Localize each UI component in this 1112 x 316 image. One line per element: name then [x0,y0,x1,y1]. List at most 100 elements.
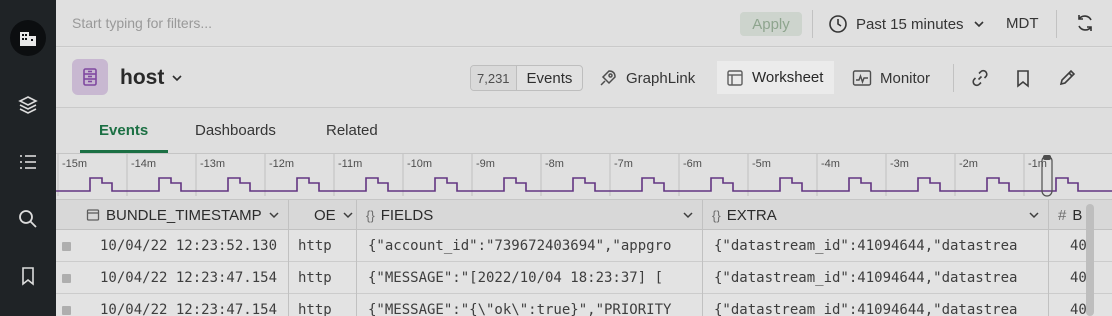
worksheet-icon [727,69,743,86]
chevron-down-icon [343,212,353,219]
timeline-tick-label: -7m [614,158,633,170]
row-marker [62,242,71,251]
column-divider [702,294,703,316]
column-divider[interactable] [1048,200,1049,230]
bookmark-icon[interactable] [16,264,40,288]
timeline-handle-grip[interactable] [1043,155,1051,160]
timeline-event-line [56,177,1112,192]
left-nav-rail [0,0,56,316]
cell-timestamp: 10/04/22 12:23:47.154 [100,302,278,316]
tab-dashboards[interactable]: Dashboards [195,122,276,139]
filter-bar: Start typing for filters... Apply Past 1… [56,0,1112,47]
active-tab-indicator [80,150,168,153]
column-divider [288,262,289,294]
column-divider[interactable] [702,200,703,230]
tab-events[interactable]: Events [99,122,148,139]
chevron-down-icon [973,21,984,28]
timeline-tick-label: -14m [131,158,156,170]
chevron-down-icon[interactable] [1028,209,1040,221]
table-row[interactable]: 10/04/22 12:23:52.130 http {"account_id"… [56,230,1112,262]
clock-icon [829,15,847,33]
timeline-tick-label: -5m [752,158,771,170]
cell-timestamp: 10/04/22 12:23:47.154 [100,270,278,286]
table-row[interactable]: 10/04/22 12:23:47.154 http {"MESSAGE":"[… [56,262,1112,294]
column-divider[interactable] [288,200,289,230]
timezone-selector[interactable]: MDT [1006,15,1039,32]
cell-oe: http [298,238,332,254]
worksheet-label: Worksheet [752,69,824,86]
timeline-tick-label: -10m [407,158,432,170]
table-row[interactable]: 10/04/22 12:23:47.154 http {"MESSAGE":"{… [56,294,1112,316]
cell-extra: {"datastream_id":41094644,"datastrea [714,270,1018,286]
dataset-title[interactable]: host [120,66,184,90]
monitor-icon [852,70,872,86]
column-header-extra[interactable]: {} EXTRA [712,200,777,230]
json-icon: {} [366,207,375,223]
timeline-tick-label: -3m [890,158,909,170]
dataset-header: host 7,231 Events GraphLink Worksheet Mo… [56,48,1112,108]
column-label: OE [314,206,336,224]
cell-fields: {"MESSAGE":"[2022/10/04 18:23:37] [ [368,270,664,286]
filter-input[interactable]: Start typing for filters... [72,15,212,31]
timeline-tick-label: -9m [476,158,495,170]
column-header-fields[interactable]: {} FIELDS [366,200,433,230]
cell-fields: {"account_id":"739672403694","appgro [368,238,672,254]
column-type-icon [86,209,100,221]
event-timeline[interactable]: -15m -14m -13m -12m -11m -10m -9m -8m -7m -6m -5m -… [56,154,1112,200]
timeline-tick-label: -6m [683,158,702,170]
column-divider [1048,230,1049,262]
column-divider [1048,262,1049,294]
chevron-down-icon [269,212,279,219]
column-header-b[interactable]: # B [1058,200,1082,230]
building-icon[interactable] [10,20,46,56]
cell-extra: {"datastream_id":41094644,"datastrea [714,302,1018,316]
hash-icon: # [1058,206,1067,224]
timeline-tick-label: -8m [545,158,564,170]
column-divider [356,262,357,294]
monitor-label: Monitor [880,69,931,87]
worksheet-button[interactable]: Worksheet [717,61,834,94]
column-divider [356,294,357,316]
graphlink-label: GraphLink [626,69,696,87]
event-count: 7,231 [471,66,517,90]
dataset-name: host [120,66,165,89]
cell-oe: http [298,302,332,316]
search-icon[interactable] [16,207,40,231]
main-panel: Start typing for filters... Apply Past 1… [56,0,1112,316]
link-icon[interactable] [970,68,990,88]
divider [1056,10,1057,38]
divider [953,64,954,92]
timeline-tick-label: -13m [200,158,225,170]
json-icon: {} [712,207,721,223]
layers-icon[interactable] [16,93,40,117]
list-icon[interactable] [16,150,40,174]
timeline-chart: -15m -14m -13m -12m -11m -10m -9m -8m -7m -6m -5m -… [56,154,1112,197]
chevron-down-icon[interactable] [682,209,694,221]
apply-button[interactable]: Apply [740,12,802,36]
column-divider [356,230,357,262]
dataset-icon [72,59,108,95]
column-header-bundle-timestamp[interactable]: BUNDLE_TIMESTAMP [86,200,280,230]
column-header-oe[interactable]: OE [314,200,354,230]
row-marker [62,274,71,283]
chevron-down-icon [172,75,182,82]
column-divider[interactable] [356,200,357,230]
tab-related[interactable]: Related [326,122,378,139]
row-marker [62,306,71,315]
events-count-chip[interactable]: 7,231 Events [470,65,584,91]
column-label: BUNDLE_TIMESTAMP [106,206,262,224]
events-label: Events [526,69,573,87]
monitor-button[interactable]: Monitor [852,66,930,90]
column-divider [288,230,289,262]
pencil-icon[interactable] [1057,68,1077,88]
table-header: BUNDLE_TIMESTAMP OE {} FIELDS {} EXTRA #… [56,200,1112,230]
cell-fields: {"MESSAGE":"{\"ok\":true}","PRIORITY [368,302,672,316]
bookmark-icon[interactable] [1013,68,1033,88]
column-divider [1048,294,1049,316]
graphlink-button[interactable]: GraphLink [598,66,695,90]
timeline-tick-label: -11m [338,158,362,170]
refresh-icon[interactable] [1074,12,1096,34]
column-label: FIELDS [380,206,434,224]
time-range-picker[interactable]: Past 15 minutes [828,12,986,36]
table-scrollbar[interactable] [1086,204,1094,316]
